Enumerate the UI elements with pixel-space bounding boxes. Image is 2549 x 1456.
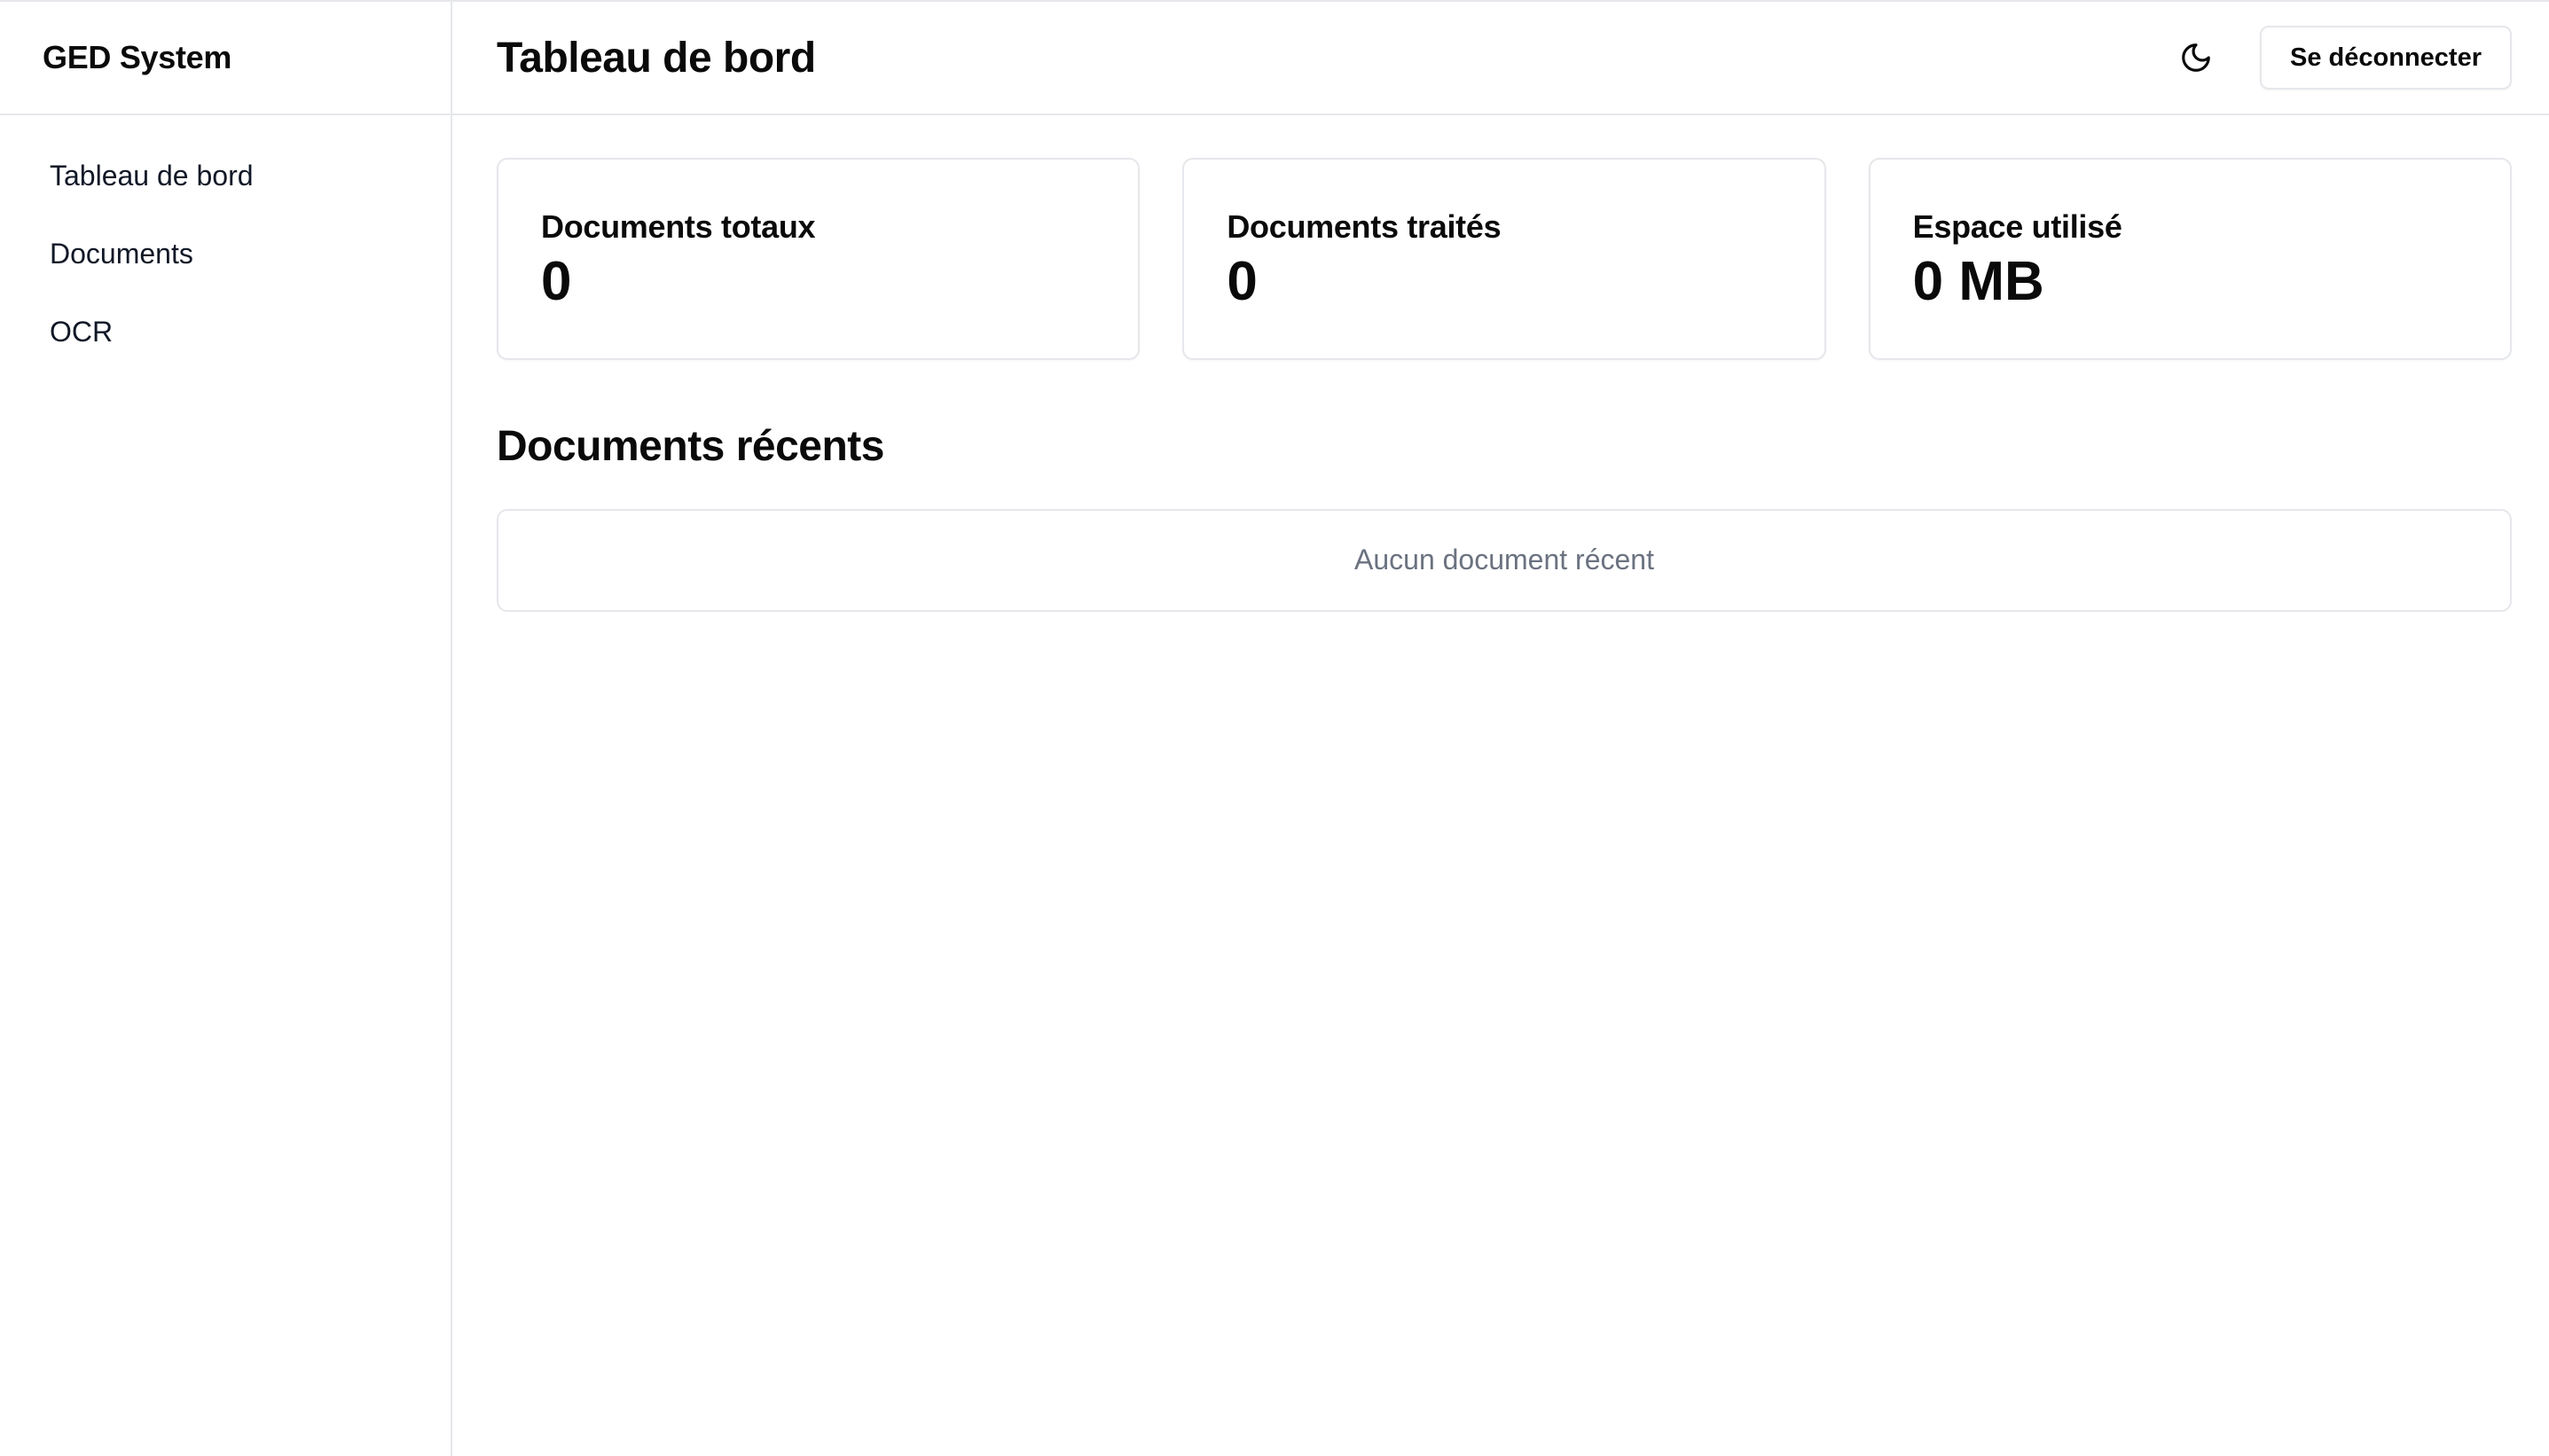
stat-card-processed-documents: Documents traités 0 bbox=[1182, 158, 1826, 360]
stat-value: 0 bbox=[1227, 251, 1258, 312]
stat-card-total-documents: Documents totaux 0 bbox=[497, 158, 1141, 360]
stat-label: Documents traités bbox=[1227, 208, 1502, 245]
sidebar-nav: Tableau de bord Documents OCR bbox=[0, 115, 451, 371]
stat-label: Documents totaux bbox=[541, 208, 816, 245]
stat-value: 0 bbox=[541, 251, 572, 312]
main-area: Tableau de bord Se déconnecter Documents… bbox=[452, 2, 2549, 1456]
dashboard-content: Documents totaux 0 Documents traités 0 E… bbox=[452, 115, 2549, 612]
theme-toggle-button[interactable] bbox=[2168, 29, 2224, 86]
sidebar-header: GED System bbox=[0, 2, 451, 115]
logout-button[interactable]: Se déconnecter bbox=[2260, 26, 2512, 90]
page-title: Tableau de bord bbox=[497, 34, 816, 82]
stats-row: Documents totaux 0 Documents traités 0 E… bbox=[497, 158, 2512, 360]
app-window: GED System Tableau de bord Documents OCR… bbox=[0, 0, 2549, 1456]
sidebar-item-dashboard[interactable]: Tableau de bord bbox=[0, 137, 451, 215]
stat-card-storage-used: Espace utilisé 0 MB bbox=[1868, 158, 2512, 360]
sidebar-item-ocr[interactable]: OCR bbox=[0, 293, 451, 371]
stat-value: 0 MB bbox=[1912, 251, 2044, 312]
sidebar: GED System Tableau de bord Documents OCR bbox=[0, 2, 452, 1456]
sidebar-item-label: Documents bbox=[50, 237, 193, 270]
recent-documents-empty-state: Aucun document récent bbox=[497, 508, 2512, 612]
empty-message: Aucun document récent bbox=[1354, 544, 1654, 576]
sidebar-item-label: OCR bbox=[50, 315, 114, 348]
stat-label: Espace utilisé bbox=[1912, 208, 2122, 245]
app-title: GED System bbox=[43, 39, 232, 75]
sidebar-item-label: Tableau de bord bbox=[50, 159, 254, 192]
top-bar: Tableau de bord Se déconnecter bbox=[452, 2, 2549, 115]
sidebar-item-documents[interactable]: Documents bbox=[0, 215, 451, 293]
moon-icon bbox=[2182, 43, 2210, 72]
recent-documents-title: Documents récents bbox=[497, 423, 884, 470]
